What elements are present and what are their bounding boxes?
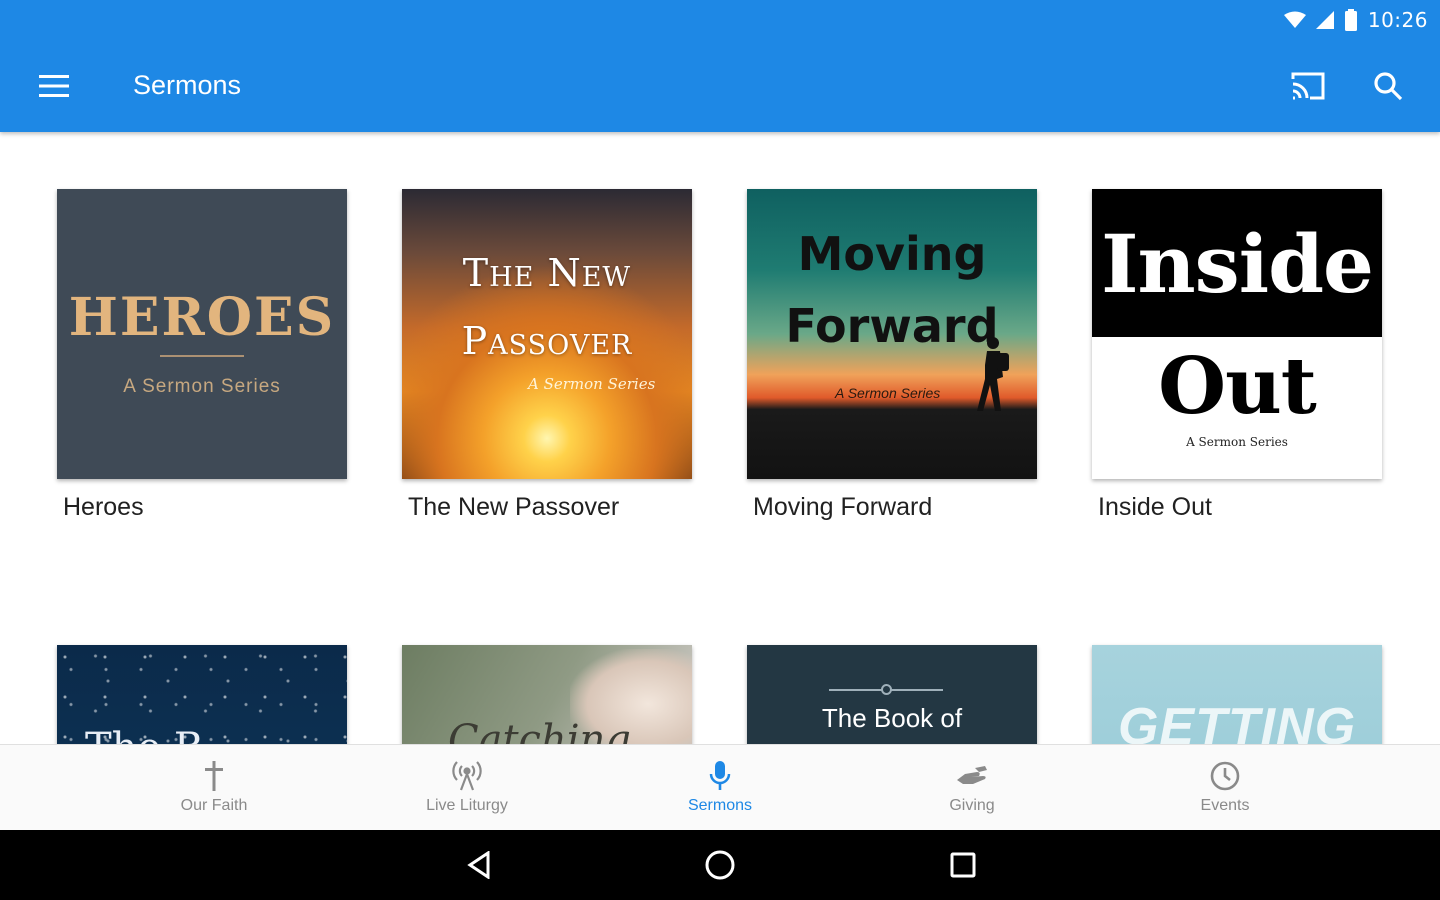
nav-item-events[interactable]: Events xyxy=(1145,745,1305,831)
wifi-icon xyxy=(1283,11,1306,28)
artwork-subtitle: A Sermon Series xyxy=(528,375,656,393)
artwork-title: The B xyxy=(85,725,203,744)
nav-item-live-liturgy[interactable]: Live Liturgy xyxy=(387,745,547,831)
giving-hand-icon xyxy=(957,766,987,784)
cast-button[interactable] xyxy=(1282,62,1334,110)
artwork-subtitle: A Sermon Series xyxy=(123,376,281,397)
artwork-subtitle: A Sermon Series xyxy=(835,385,941,401)
battery-icon xyxy=(1344,9,1357,31)
broadcast-icon xyxy=(452,761,482,791)
nav-label: Live Liturgy xyxy=(426,797,508,814)
sermon-artwork: Moving Forward A Sermon Series xyxy=(747,189,1037,479)
sermon-artwork: The New Passover A Sermon Series xyxy=(402,189,692,479)
sermon-artwork: The B xyxy=(57,645,347,744)
app-root: 10:26 Sermons HEROES A Sermon Series Her… xyxy=(0,0,1440,900)
nav-label: Giving xyxy=(949,797,995,814)
back-icon xyxy=(467,851,490,879)
search-icon xyxy=(1374,72,1403,101)
nav-item-our-faith[interactable]: Our Faith xyxy=(134,745,294,831)
walking-person-silhouette xyxy=(977,337,1009,411)
artwork-title-line1: Inside xyxy=(1101,217,1374,311)
sermon-artwork: Inside Out A Sermon Series xyxy=(1092,189,1382,479)
system-nav-bar xyxy=(0,830,1440,900)
sermon-title: Inside Out xyxy=(1098,493,1212,521)
status-time: 10:26 xyxy=(1367,8,1428,32)
artwork-subtitle: A Sermon Series xyxy=(1186,435,1288,449)
system-back-button[interactable] xyxy=(455,843,503,887)
cellular-icon xyxy=(1315,11,1334,29)
sermon-title: The New Passover xyxy=(408,493,620,521)
search-button[interactable] xyxy=(1362,62,1414,110)
artwork-title: Catching xyxy=(448,717,631,744)
sermon-artwork: GETTING xyxy=(1092,645,1382,744)
recents-icon xyxy=(950,852,976,878)
status-bar: 10:26 xyxy=(1283,6,1428,34)
bottom-navigation: Our Faith Live Liturgy Sermons Giving Ev… xyxy=(0,744,1440,830)
nav-item-sermons[interactable]: Sermons xyxy=(640,745,800,831)
sermon-grid: HEROES A Sermon Series Heroes The New Pa… xyxy=(0,132,1440,744)
page-title: Sermons xyxy=(133,70,242,100)
nav-label: Our Faith xyxy=(180,797,248,814)
menu-icon xyxy=(39,75,69,97)
artwork-title-line2: Passover xyxy=(461,319,633,363)
nav-label: Sermons xyxy=(687,797,753,814)
artwork-divider xyxy=(160,355,244,357)
app-bar: 10:26 Sermons xyxy=(0,0,1440,132)
artwork-title-line1: Moving xyxy=(797,227,987,281)
microphone-icon xyxy=(709,761,731,790)
artwork-title: The Book of xyxy=(821,703,963,733)
system-recents-button[interactable] xyxy=(939,843,987,887)
system-home-button[interactable] xyxy=(696,843,744,887)
sermon-title: Heroes xyxy=(63,493,144,521)
artwork-title-line1: The New xyxy=(462,251,632,295)
artwork-title: HEROES xyxy=(68,287,336,348)
artwork-title-line2: Out xyxy=(1158,341,1317,432)
menu-button[interactable] xyxy=(26,64,82,108)
cross-icon xyxy=(205,761,223,791)
clock-icon xyxy=(1210,761,1240,791)
toolbar: Sermons xyxy=(0,42,1440,130)
sermon-artwork: HEROES A Sermon Series xyxy=(57,189,347,479)
sermon-title: Moving Forward xyxy=(753,493,933,521)
nav-label: Events xyxy=(1200,797,1250,814)
sermon-artwork: The Book of xyxy=(747,645,1037,744)
cast-icon xyxy=(1291,72,1325,100)
artwork-divider-dot xyxy=(881,684,892,695)
artwork-title: GETTING xyxy=(1117,698,1357,744)
home-icon xyxy=(705,850,735,880)
sermon-artwork: Catching xyxy=(402,645,692,744)
nav-item-giving[interactable]: Giving xyxy=(892,745,1052,831)
